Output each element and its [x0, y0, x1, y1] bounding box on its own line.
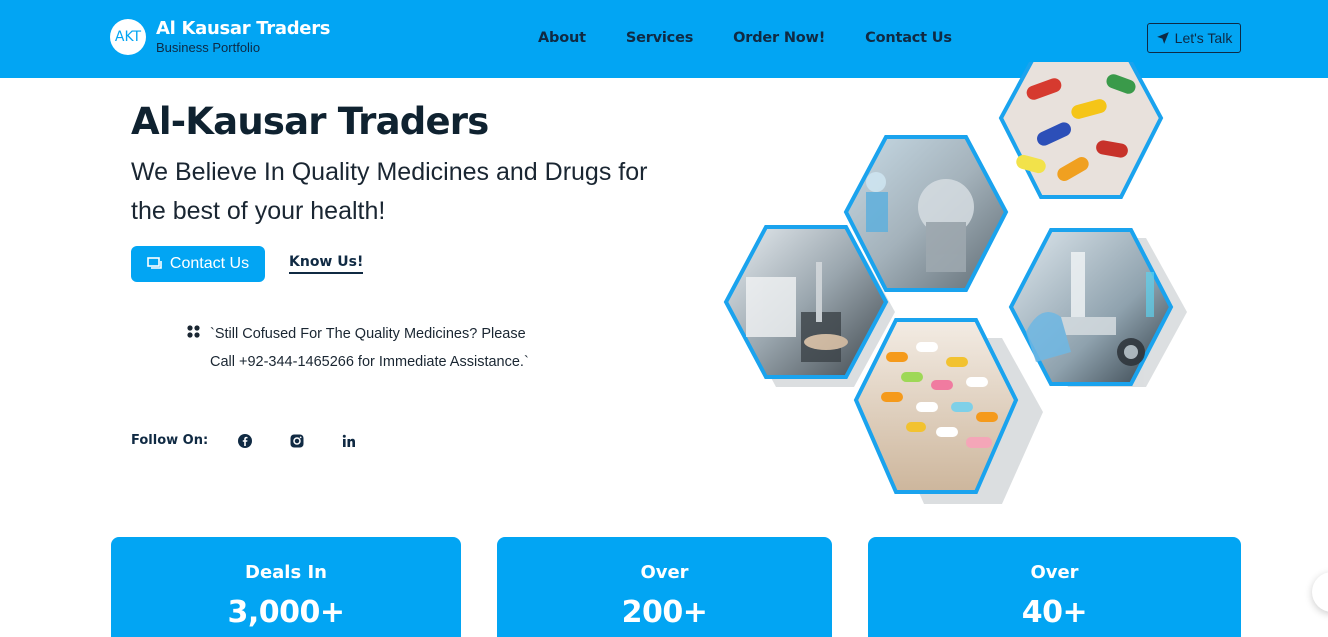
brand[interactable]: AKT Al Kausar Traders Business Portfolio [110, 18, 331, 56]
hero-title: Al-Kausar Traders [131, 100, 489, 143]
contact-us-button[interactable]: Contact Us [131, 246, 265, 282]
stat-card-over-40: Over 40+ [868, 537, 1241, 637]
nav-services[interactable]: Services [626, 28, 694, 48]
floating-action-button[interactable] [1312, 572, 1328, 612]
nav-about[interactable]: About [538, 28, 586, 48]
stat-value: 40+ [1021, 595, 1088, 630]
brand-subtitle: Business Portfolio [156, 40, 261, 55]
assistance-notice: `Still Cofused For The Quality Medicines… [210, 320, 570, 376]
lets-talk-button[interactable]: Let's Talk [1147, 23, 1241, 53]
follow-label: Follow On: [131, 433, 209, 448]
stat-label: Deals In [245, 562, 327, 583]
stat-card-deals: Deals In 3,000+ [111, 537, 461, 637]
nav-contact-us[interactable]: Contact Us [865, 28, 952, 48]
notice-line-1: `Still Cofused For The Quality Medicines… [210, 326, 526, 342]
lets-talk-label: Let's Talk [1174, 30, 1233, 46]
brand-title: Al Kausar Traders [156, 18, 331, 39]
hero-subtitle: We Believe In Quality Medicines and Drug… [131, 158, 648, 225]
send-icon [1156, 32, 1169, 44]
stat-label: Over [640, 562, 689, 583]
stat-value: 200+ [621, 595, 708, 630]
logo-icon: AKT [110, 19, 146, 55]
instagram-icon[interactable] [289, 433, 305, 449]
contact-us-label: Contact Us [169, 255, 250, 272]
medicine-hexagon-collage [723, 62, 1187, 504]
main-nav: About Services Order Now! Contact Us [538, 28, 992, 48]
know-us-link[interactable]: Know Us! [289, 254, 364, 274]
brand-text: Al Kausar Traders Business Portfolio [156, 18, 331, 56]
stat-value: 3,000+ [227, 595, 345, 630]
stat-card-over-200: Over 200+ [497, 537, 832, 637]
nav-order-now[interactable]: Order Now! [733, 28, 825, 48]
notice-line-2: Call +92-344-1465266 for Immediate Assis… [210, 354, 529, 370]
grid-dots-icon [187, 325, 200, 338]
chat-icon [147, 257, 162, 269]
linkedin-icon[interactable] [341, 433, 357, 449]
facebook-icon[interactable] [237, 433, 253, 449]
stat-label: Over [1030, 562, 1079, 583]
